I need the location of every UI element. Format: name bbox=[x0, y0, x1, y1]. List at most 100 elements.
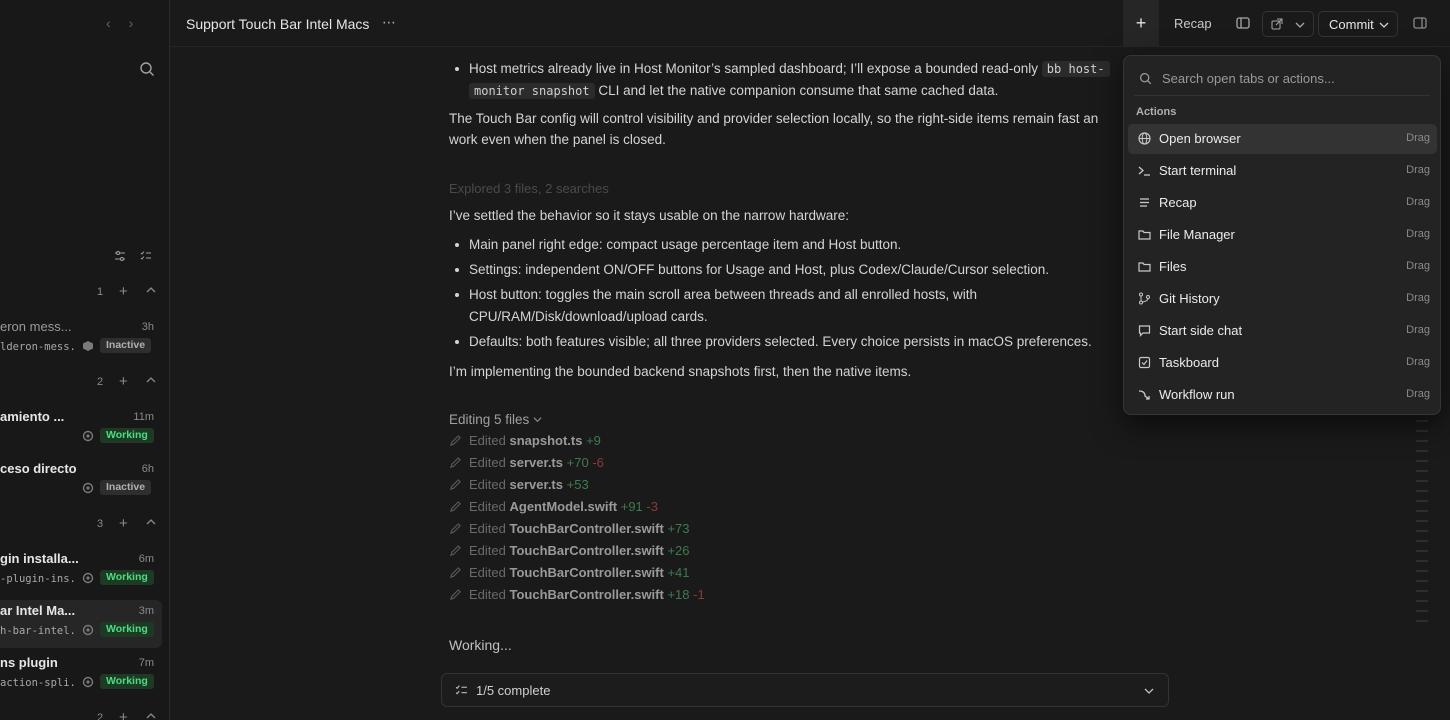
drag-label[interactable]: Drag bbox=[1406, 196, 1430, 208]
drag-label[interactable]: Drag bbox=[1406, 164, 1430, 176]
action-item[interactable]: Start side chat Drag bbox=[1128, 316, 1437, 346]
action-label: Start terminal bbox=[1159, 163, 1237, 178]
right-panel-icon[interactable] bbox=[1413, 16, 1427, 30]
add-thread-icon[interactable]: + bbox=[119, 515, 128, 532]
edit-prefix: Edited bbox=[469, 499, 506, 514]
add-thread-icon[interactable]: + bbox=[119, 373, 128, 390]
lines-icon bbox=[1140, 198, 1149, 207]
edit-deletions: -6 bbox=[592, 455, 604, 470]
edit-text: Edited snapshot.ts +9 bbox=[469, 433, 601, 448]
action-item[interactable]: Taskboard Drag bbox=[1128, 348, 1437, 378]
panel-toggle-icon[interactable] bbox=[1236, 16, 1250, 30]
action-item[interactable]: Start terminal Drag bbox=[1128, 156, 1437, 186]
back-arrow-icon[interactable]: ‹ bbox=[106, 15, 111, 31]
status-badge: Working bbox=[100, 428, 154, 443]
thread-item[interactable]: eron mess... 3h lderon-mess... Inactive bbox=[0, 316, 162, 364]
group-number: 1 bbox=[97, 286, 104, 298]
edit-file: server.ts bbox=[509, 455, 564, 470]
edit-file: TouchBarController.swift bbox=[509, 521, 664, 536]
edit-file: TouchBarController.swift bbox=[509, 565, 664, 580]
edit-text: Edited AgentModel.swift +91 -3 bbox=[469, 499, 658, 514]
action-item[interactable]: Workflow run Drag bbox=[1128, 380, 1437, 410]
thread-item[interactable]: ceso directo 6h Inactive bbox=[0, 458, 162, 506]
add-thread-icon[interactable]: + bbox=[119, 709, 128, 720]
edit-file: server.ts bbox=[509, 477, 564, 492]
thread-group-header: 2 + bbox=[0, 373, 169, 394]
thread-title: eron mess... bbox=[0, 319, 72, 334]
edit-text: Edited TouchBarController.swift +18 -1 bbox=[469, 587, 705, 602]
edit-additions: +18 bbox=[667, 587, 690, 602]
chat-icon bbox=[1138, 325, 1151, 337]
search-field[interactable]: Search open tabs or actions... bbox=[1134, 66, 1430, 96]
chevron-up-icon[interactable] bbox=[145, 710, 157, 720]
chevron-up-icon[interactable] bbox=[145, 516, 157, 528]
edit-prefix: Edited bbox=[469, 543, 506, 558]
checklist-icon[interactable] bbox=[140, 250, 152, 262]
thread-time: 7m bbox=[138, 657, 154, 669]
thread-group-header: 2 + bbox=[0, 709, 169, 720]
sidebar: ‹ › 1 + eron mess... 3h lderon-mess... I… bbox=[0, 0, 170, 720]
checklist-icon bbox=[455, 685, 467, 695]
action-item[interactable]: Recap Drag bbox=[1128, 188, 1437, 218]
thread-branch: h-bar-intel... bbox=[0, 625, 76, 637]
section-heading: Actions bbox=[1136, 106, 1177, 118]
chevron-up-icon[interactable] bbox=[145, 374, 157, 386]
action-label: Workflow run bbox=[1159, 387, 1235, 402]
action-item[interactable]: Git History Drag bbox=[1128, 284, 1437, 314]
more-options-icon[interactable]: ⋯ bbox=[382, 14, 397, 31]
explored-summary[interactable]: Explored 3 files, 2 searches bbox=[449, 181, 609, 196]
sidebar-tools bbox=[114, 250, 152, 262]
pencil-icon bbox=[449, 457, 461, 469]
edit-text: Edited TouchBarController.swift +73 bbox=[469, 521, 690, 536]
edit-file: snapshot.ts bbox=[509, 433, 583, 448]
page-title: Support Touch Bar Intel Macs bbox=[186, 16, 370, 32]
thread-item[interactable]: ns plugin 7m action-spli... Working bbox=[0, 652, 162, 700]
drag-label[interactable]: Drag bbox=[1406, 388, 1430, 400]
scroll-minimap[interactable] bbox=[1416, 420, 1428, 630]
group-number: 2 bbox=[97, 712, 104, 720]
edit-text: Edited TouchBarController.swift +26 bbox=[469, 543, 690, 558]
action-label: Git History bbox=[1159, 291, 1220, 306]
open-external-button[interactable] bbox=[1262, 11, 1314, 37]
action-label: Open browser bbox=[1159, 131, 1241, 146]
top-bar: Support Touch Bar Intel Macs ⋯ + Recap C… bbox=[170, 0, 1450, 47]
chevron-down-icon bbox=[1379, 22, 1389, 28]
action-item[interactable]: Open browser Drag bbox=[1128, 124, 1437, 154]
drag-label[interactable]: Drag bbox=[1406, 260, 1430, 272]
filter-sliders-icon[interactable] bbox=[114, 250, 126, 262]
forward-arrow-icon[interactable]: › bbox=[129, 15, 134, 31]
progress-label: 1/5 complete bbox=[476, 683, 551, 698]
pencil-icon bbox=[449, 589, 461, 601]
add-tab-button[interactable]: + bbox=[1123, 0, 1159, 47]
drag-label[interactable]: Drag bbox=[1406, 228, 1430, 240]
thread-item[interactable]: amiento ... 11m Working bbox=[0, 406, 162, 454]
drag-label[interactable]: Drag bbox=[1406, 324, 1430, 336]
action-item[interactable]: File Manager Drag bbox=[1128, 220, 1437, 250]
git-icon bbox=[1139, 292, 1150, 305]
drag-label[interactable]: Drag bbox=[1406, 292, 1430, 304]
thread-time: 6m bbox=[138, 553, 154, 565]
add-thread-icon[interactable]: + bbox=[119, 283, 128, 300]
search-icon[interactable] bbox=[139, 61, 155, 77]
nav-arrows: ‹ › bbox=[106, 15, 133, 31]
thread-item-active[interactable]: ar Intel Ma... 3m h-bar-intel... Working bbox=[0, 600, 162, 648]
edit-additions: +70 bbox=[566, 455, 589, 470]
chevron-up-icon[interactable] bbox=[145, 284, 157, 296]
commit-button[interactable]: Commit bbox=[1318, 11, 1398, 37]
action-label: Start side chat bbox=[1159, 323, 1243, 338]
pencil-icon bbox=[449, 523, 461, 535]
thread-item[interactable]: gin installa... 6m -plugin-ins... Workin… bbox=[0, 548, 162, 596]
edits-header[interactable]: Editing 5 files bbox=[449, 412, 542, 427]
folder-icon bbox=[1138, 262, 1151, 272]
action-item[interactable]: Files Drag bbox=[1128, 252, 1437, 282]
chevron-down-icon bbox=[1295, 22, 1305, 28]
group-number: 3 bbox=[97, 518, 104, 530]
edit-file: TouchBarController.swift bbox=[509, 543, 664, 558]
drag-label[interactable]: Drag bbox=[1406, 356, 1430, 368]
progress-panel[interactable]: 1/5 complete bbox=[441, 673, 1169, 707]
drag-label[interactable]: Drag bbox=[1406, 132, 1430, 144]
status-badge: Working bbox=[100, 622, 154, 637]
thread-title: ar Intel Ma... bbox=[0, 603, 76, 618]
thread-time: 3m bbox=[138, 605, 154, 617]
recap-button[interactable]: Recap bbox=[1174, 16, 1212, 31]
